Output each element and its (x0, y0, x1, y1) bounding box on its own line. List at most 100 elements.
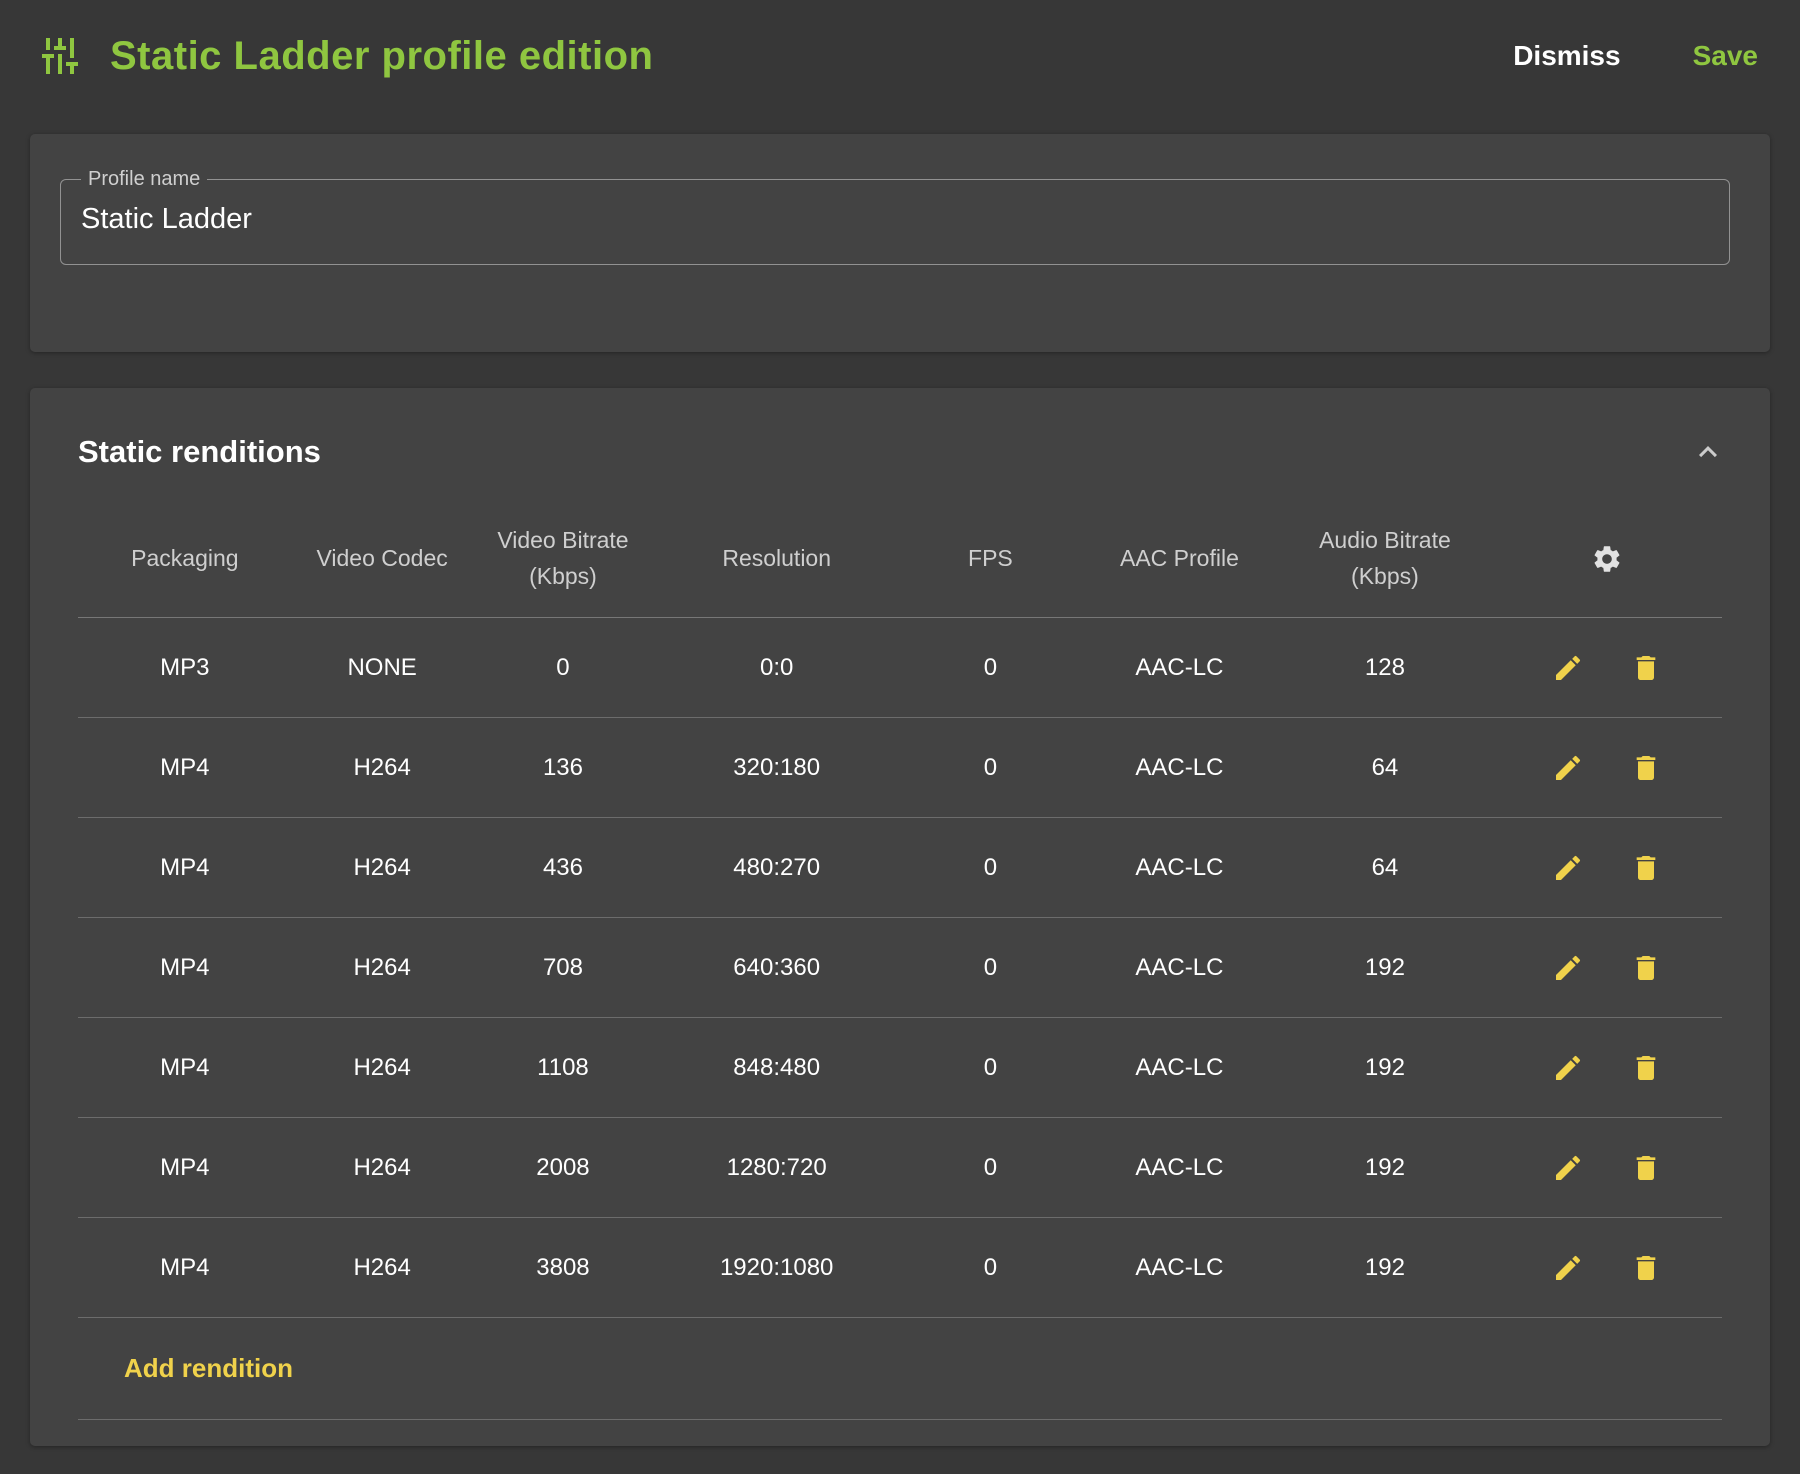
add-rendition-row: Add rendition (78, 1318, 1722, 1420)
cell-fps: 0 (900, 1254, 1081, 1282)
pencil-icon (1552, 752, 1584, 784)
cell-video-codec: H264 (292, 1254, 473, 1282)
cell-audio-bitrate: 64 (1278, 854, 1492, 882)
save-button[interactable]: Save (1689, 34, 1762, 78)
delete-rendition-button[interactable] (1626, 1048, 1666, 1088)
cell-fps: 0 (900, 954, 1081, 982)
cell-video-codec: H264 (292, 1054, 473, 1082)
table-row: MP3 NONE 0 0:0 0 AAC-LC 128 (78, 618, 1722, 718)
column-header-resolution: Resolution (653, 541, 900, 577)
cell-resolution: 848:480 (653, 1054, 900, 1082)
pencil-icon (1552, 1252, 1584, 1284)
delete-rendition-button[interactable] (1626, 948, 1666, 988)
add-rendition-button[interactable]: Add rendition (78, 1353, 293, 1384)
cell-fps: 0 (900, 1054, 1081, 1082)
renditions-table: Packaging Video Codec Video Bitrate (Kbp… (78, 500, 1722, 1420)
column-header-packaging: Packaging (78, 541, 292, 577)
cell-actions (1492, 1148, 1722, 1188)
delete-rendition-button[interactable] (1626, 1148, 1666, 1188)
delete-rendition-button[interactable] (1626, 748, 1666, 788)
cell-actions (1492, 1248, 1722, 1288)
cell-packaging: MP3 (78, 654, 292, 682)
cell-video-bitrate: 708 (473, 954, 654, 982)
delete-rendition-button[interactable] (1626, 848, 1666, 888)
trash-icon (1630, 1052, 1662, 1084)
edit-rendition-button[interactable] (1548, 1148, 1588, 1188)
cell-actions (1492, 1048, 1722, 1088)
cell-packaging: MP4 (78, 1254, 292, 1282)
cell-resolution: 1920:1080 (653, 1254, 900, 1282)
pencil-icon (1552, 1052, 1584, 1084)
cell-video-codec: H264 (292, 1154, 473, 1182)
cell-resolution: 640:360 (653, 954, 900, 982)
table-header-row: Packaging Video Codec Video Bitrate (Kbp… (78, 500, 1722, 618)
delete-rendition-button[interactable] (1626, 648, 1666, 688)
cell-video-bitrate: 3808 (473, 1254, 654, 1282)
cell-audio-bitrate: 128 (1278, 654, 1492, 682)
cell-fps: 0 (900, 1154, 1081, 1182)
cell-video-codec: H264 (292, 854, 473, 882)
table-row: MP4 H264 436 480:270 0 AAC-LC 64 (78, 818, 1722, 918)
cell-fps: 0 (900, 854, 1081, 882)
cell-fps: 0 (900, 754, 1081, 782)
collapse-section-button[interactable] (1686, 430, 1730, 474)
cell-actions (1492, 648, 1722, 688)
cell-video-codec: H264 (292, 954, 473, 982)
cell-aac-profile: AAC-LC (1081, 854, 1278, 882)
trash-icon (1630, 752, 1662, 784)
cell-audio-bitrate: 192 (1278, 1254, 1492, 1282)
profile-name-input[interactable] (77, 193, 1713, 254)
tune-icon (36, 32, 84, 80)
cell-resolution: 0:0 (653, 654, 900, 682)
cell-packaging: MP4 (78, 854, 292, 882)
cell-aac-profile: AAC-LC (1081, 954, 1278, 982)
table-row: MP4 H264 1108 848:480 0 AAC-LC 192 (78, 1018, 1722, 1118)
header-actions: Dismiss Save (1509, 34, 1762, 78)
profile-card: Profile name (30, 134, 1770, 352)
cell-aac-profile: AAC-LC (1081, 654, 1278, 682)
dismiss-button[interactable]: Dismiss (1509, 34, 1624, 78)
trash-icon (1630, 1252, 1662, 1284)
cell-actions (1492, 848, 1722, 888)
cell-video-bitrate: 0 (473, 654, 654, 682)
app-header: Static Ladder profile edition Dismiss Sa… (0, 0, 1800, 112)
cell-fps: 0 (900, 654, 1081, 682)
table-row: MP4 H264 136 320:180 0 AAC-LC 64 (78, 718, 1722, 818)
renditions-card-head: Static renditions (30, 422, 1770, 488)
edit-rendition-button[interactable] (1548, 1248, 1588, 1288)
cell-aac-profile: AAC-LC (1081, 754, 1278, 782)
trash-icon (1630, 652, 1662, 684)
chevron-up-icon (1690, 434, 1726, 470)
cell-packaging: MP4 (78, 954, 292, 982)
cell-packaging: MP4 (78, 1054, 292, 1082)
table-row: MP4 H264 3808 1920:1080 0 AAC-LC 192 (78, 1218, 1722, 1318)
cell-packaging: MP4 (78, 1154, 292, 1182)
cell-video-codec: NONE (292, 654, 473, 682)
cell-actions (1492, 748, 1722, 788)
renditions-card: Static renditions Packaging Video Codec … (30, 388, 1770, 1446)
edit-rendition-button[interactable] (1548, 1048, 1588, 1088)
column-header-video-bitrate: Video Bitrate (Kbps) (473, 523, 654, 594)
edit-rendition-button[interactable] (1548, 648, 1588, 688)
cell-audio-bitrate: 192 (1278, 1054, 1492, 1082)
cell-video-bitrate: 1108 (473, 1054, 654, 1082)
column-header-video-codec: Video Codec (292, 541, 473, 577)
edit-rendition-button[interactable] (1548, 848, 1588, 888)
page: Static Ladder profile edition Dismiss Sa… (0, 0, 1800, 1474)
table-row: MP4 H264 2008 1280:720 0 AAC-LC 192 (78, 1118, 1722, 1218)
cell-resolution: 320:180 (653, 754, 900, 782)
cell-video-bitrate: 436 (473, 854, 654, 882)
delete-rendition-button[interactable] (1626, 1248, 1666, 1288)
trash-icon (1630, 852, 1662, 884)
cell-aac-profile: AAC-LC (1081, 1254, 1278, 1282)
page-title: Static Ladder profile edition (110, 34, 653, 79)
edit-rendition-button[interactable] (1548, 748, 1588, 788)
table-row: MP4 H264 708 640:360 0 AAC-LC 192 (78, 918, 1722, 1018)
cell-packaging: MP4 (78, 754, 292, 782)
profile-name-label: Profile name (81, 168, 207, 191)
column-header-aac-profile: AAC Profile (1081, 541, 1278, 577)
edit-rendition-button[interactable] (1548, 948, 1588, 988)
cell-audio-bitrate: 192 (1278, 1154, 1492, 1182)
cell-video-codec: H264 (292, 754, 473, 782)
cell-resolution: 1280:720 (653, 1154, 900, 1182)
